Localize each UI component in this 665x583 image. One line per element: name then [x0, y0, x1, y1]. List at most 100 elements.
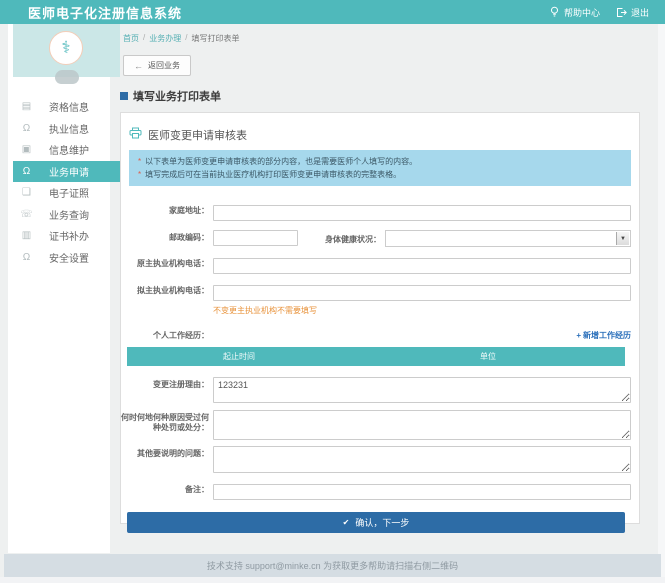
app-title: 医师电子化注册信息系统: [28, 3, 182, 22]
back-button-label: 返回业务: [148, 60, 180, 71]
logout-icon: [616, 7, 627, 18]
orig-org-phone-input[interactable]: [213, 258, 631, 274]
sidebar-menu: ▤ 资格信息 Ω 执业信息 ▣ 信息维护 Ω 业务申请 ❑ 电子证照 ☏ 业务查…: [8, 96, 110, 268]
orig-org-phone-label: 原主执业机构电话：: [121, 256, 209, 269]
right-edge-strip: [658, 24, 665, 577]
notice-line: *填写完成后可在当前执业医疗机构打印医师变更申请审核表的完整表格。: [138, 168, 622, 181]
postal-health-row: 邮政编码： 身体健康状况： ▼: [121, 230, 631, 247]
chevron-down-icon[interactable]: ▼: [616, 232, 629, 245]
change-reason-label: 变更注册理由：: [121, 377, 209, 390]
breadcrumb-current: 填写打印表单: [191, 33, 239, 44]
square-bullet-icon: [120, 92, 128, 100]
form-card: 医师变更申请审核表 * 以下表单为医师变更申请审核表的部分内容，也是需要医师个人填…: [120, 112, 640, 524]
sidebar-item-practice-info[interactable]: Ω 执业信息: [8, 118, 110, 140]
printer-icon: [129, 126, 142, 144]
sidebar-item-security-settings[interactable]: Ω 安全设置: [8, 247, 110, 269]
sidebar-item-qualification-info[interactable]: ▤ 资格信息: [8, 96, 110, 118]
remarks-label: 备注：: [121, 482, 209, 495]
notice-text: 以下表单为医师变更申请审核表的部分内容，也是需要医师个人填写的内容。: [145, 157, 417, 166]
avatar-shoulders: [55, 70, 79, 84]
logout-label: 退出: [631, 6, 649, 19]
notice-line: * 以下表单为医师变更申请审核表的部分内容，也是需要医师个人填写的内容。: [138, 155, 622, 168]
new-org-phone-row: 拟主执业机构电话：: [121, 283, 631, 301]
sidebar-item-label: 安全设置: [49, 250, 89, 265]
license-icon: ❑: [20, 187, 33, 198]
change-reason-textarea[interactable]: 123231: [213, 377, 631, 403]
sidebar-item-info-maintenance[interactable]: ▣ 信息维护: [8, 139, 110, 161]
support-text: 技术支持 support@minke.cn 为获取更多帮助请扫描右侧二维码: [207, 559, 458, 572]
punishment-textarea[interactable]: [213, 410, 631, 440]
sidebar-item-label: 执业信息: [49, 121, 89, 136]
person-icon: Ω: [20, 123, 33, 134]
notice-box: * 以下表单为医师变更申请审核表的部分内容，也是需要医师个人填写的内容。 *填写完…: [129, 150, 631, 186]
user-icon: Ω: [20, 166, 33, 177]
breadcrumb-separator: /: [143, 33, 145, 44]
sidebar-item-business-application[interactable]: Ω 业务申请: [13, 161, 120, 183]
column-header-organization: 单位: [351, 347, 625, 366]
other-issues-label: 其他要说明的问题：: [121, 446, 209, 459]
work-history-row: 个人工作经历： + 新增工作经历: [121, 330, 631, 341]
help-center-button[interactable]: 帮助中心: [549, 6, 600, 19]
sidebar-item-label: 业务申请: [49, 164, 89, 179]
lightbulb-icon: [549, 6, 560, 18]
breadcrumb-section-link[interactable]: 业务办理: [149, 33, 181, 44]
sidebar-item-label: 业务查询: [49, 207, 89, 222]
sidebar-item-certificate-reissue[interactable]: ▥ 证书补办: [8, 225, 110, 247]
sidebar-item-label: 证书补办: [49, 228, 89, 243]
top-bar: 医师电子化注册信息系统 帮助中心 退出: [0, 0, 665, 24]
postal-code-input[interactable]: [213, 230, 298, 246]
application-form: 家庭地址： 邮政编码： 身体健康状况： ▼ 原主执业机构电话：: [121, 186, 639, 533]
sidebar-item-e-license[interactable]: ❑ 电子证照: [8, 182, 110, 204]
idcard-icon: ▣: [20, 144, 33, 155]
breadcrumb-separator: /: [185, 33, 187, 44]
check-icon: ✔: [343, 518, 350, 527]
home-address-row: 家庭地址：: [121, 203, 631, 221]
query-icon: ☏: [20, 209, 33, 220]
new-org-phone-input[interactable]: [213, 285, 631, 301]
page-title-text: 填写业务打印表单: [133, 88, 221, 104]
document-icon: ▤: [20, 101, 33, 112]
footer-bar: 技术支持 support@minke.cn 为获取更多帮助请扫描右侧二维码: [4, 554, 661, 577]
sidebar: ⚕ ▤ 资格信息 Ω 执业信息 ▣ 信息维护 Ω 业务申请 ❑ 电子证照: [8, 24, 110, 553]
doctor-icon: ⚕: [61, 38, 70, 58]
home-address-input[interactable]: [213, 205, 631, 221]
sidebar-item-label: 资格信息: [49, 99, 89, 114]
card-header: 医师变更申请审核表: [121, 113, 639, 150]
doctor-avatar: ⚕: [49, 31, 83, 65]
app-window: 医师电子化注册信息系统 帮助中心 退出 ⚕: [0, 0, 665, 583]
asterisk-icon: *: [138, 157, 141, 166]
column-header-period: 起止时间: [127, 347, 351, 366]
add-work-history-link[interactable]: + 新增工作经历: [576, 330, 631, 341]
topbar-actions: 帮助中心 退出: [549, 0, 649, 24]
other-issues-row: 其他要说明的问题：: [121, 446, 631, 473]
punishment-row: 何时何地何种原因受过何种处罚或处分：: [121, 410, 631, 440]
sidebar-item-label: 信息维护: [49, 142, 89, 157]
new-org-phone-hint: 不变更主执业机构不需要填写: [213, 305, 631, 316]
back-arrow-icon: ←: [134, 61, 143, 71]
punishment-label: 何时何地何种原因受过何种处罚或处分：: [121, 410, 209, 433]
avatar-block: ⚕: [13, 24, 120, 77]
breadcrumb: 首页 / 业务办理 / 填写打印表单: [123, 33, 239, 44]
help-center-label: 帮助中心: [564, 6, 600, 19]
work-history-table-header: 起止时间 单位: [127, 347, 625, 366]
asterisk-icon: *: [138, 170, 141, 179]
remarks-input[interactable]: [213, 484, 631, 500]
change-reason-row: 变更注册理由： 123231: [121, 377, 631, 403]
sidebar-item-business-query[interactable]: ☏ 业务查询: [8, 204, 110, 226]
confirm-next-label: 确认，下一步: [355, 516, 409, 529]
new-org-phone-label: 拟主执业机构电话：: [121, 283, 209, 296]
health-status-label: 身体健康状况：: [298, 230, 381, 245]
confirm-next-button[interactable]: ✔ 确认，下一步: [127, 512, 625, 533]
back-to-business-button[interactable]: ← 返回业务: [123, 55, 191, 76]
security-icon: Ω: [20, 252, 33, 263]
logout-button[interactable]: 退出: [616, 6, 649, 19]
health-status-select[interactable]: ▼: [385, 230, 631, 247]
plus-icon: +: [576, 331, 581, 340]
postal-code-label: 邮政编码：: [121, 230, 209, 243]
sidebar-item-label: 电子证照: [49, 185, 89, 200]
home-address-label: 家庭地址：: [121, 203, 209, 216]
remarks-row: 备注：: [121, 482, 631, 500]
other-issues-textarea[interactable]: [213, 446, 631, 473]
page-title: 填写业务打印表单: [120, 88, 221, 104]
breadcrumb-home-link[interactable]: 首页: [123, 33, 139, 44]
